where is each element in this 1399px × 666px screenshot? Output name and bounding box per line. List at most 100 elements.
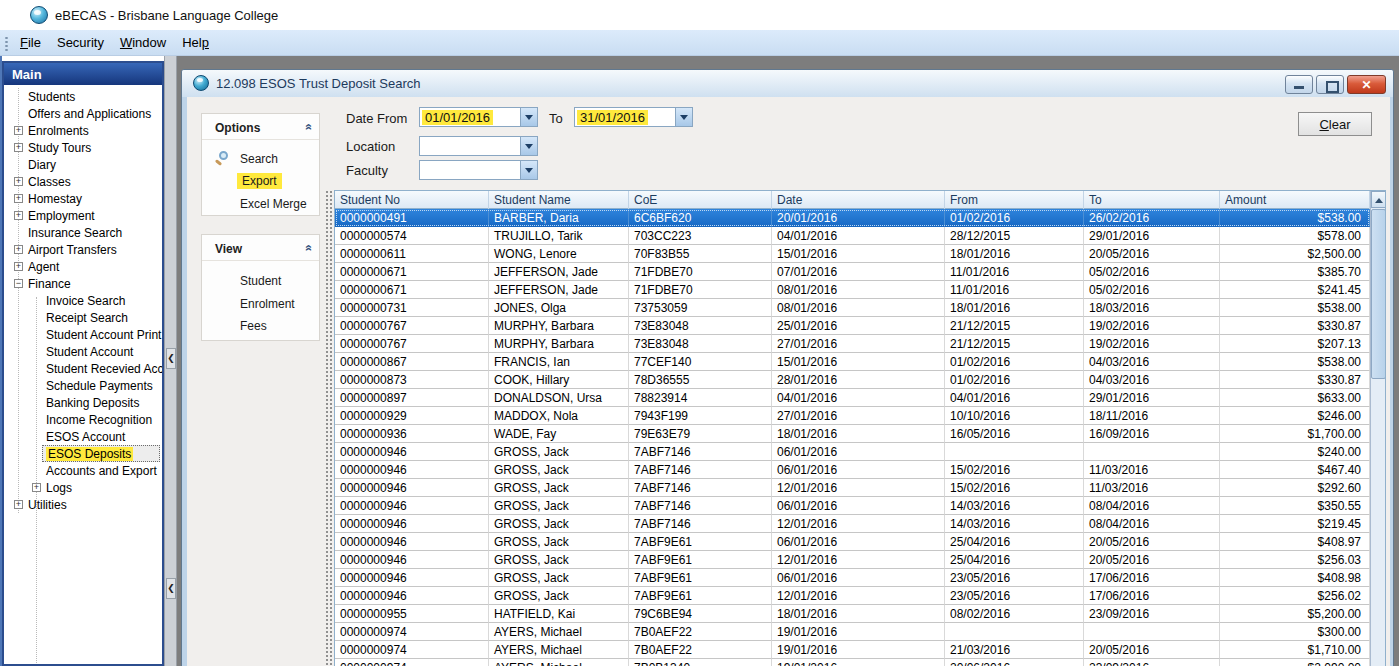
- collapse-chevron-icon[interactable]: »: [304, 245, 314, 252]
- dropdown-arrow-icon[interactable]: [675, 108, 692, 126]
- panel-item-fees[interactable]: Fees: [240, 319, 267, 333]
- sidebar-item-esos-account[interactable]: ESOS Account: [4, 428, 162, 445]
- collapse-icon[interactable]: −: [14, 279, 23, 288]
- sidebar-splitter[interactable]: ❮ ❮: [164, 56, 177, 666]
- sidebar-item-offers-and-applications[interactable]: Offers and Applications: [4, 105, 162, 122]
- sidebar-item-finance[interactable]: −Finance: [4, 275, 162, 292]
- table-row[interactable]: 0000000974AYERS, Michael7B0B134019/01/20…: [335, 659, 1370, 666]
- panel-item-student[interactable]: Student: [240, 274, 281, 288]
- column-header-from[interactable]: From: [945, 191, 1084, 209]
- expand-icon[interactable]: +: [14, 143, 23, 152]
- menu-window[interactable]: Window: [112, 30, 174, 56]
- expand-icon[interactable]: +: [14, 177, 23, 186]
- table-row[interactable]: 0000000946GROSS, Jack7ABF9E6112/01/20162…: [335, 587, 1370, 605]
- panel-item-export[interactable]: Export: [240, 174, 282, 188]
- table-row[interactable]: 0000000929MADDOX, Nola7943F19927/01/2016…: [335, 407, 1370, 425]
- expand-icon[interactable]: +: [14, 126, 23, 135]
- scrollbar-thumb[interactable]: [1371, 209, 1386, 379]
- options-panel-header[interactable]: Options »: [202, 114, 319, 140]
- sidebar-item-agent[interactable]: +Agent: [4, 258, 162, 275]
- expand-icon[interactable]: +: [14, 245, 23, 254]
- column-header-amount[interactable]: Amount: [1220, 191, 1370, 209]
- sidebar-item-enrolments[interactable]: +Enrolments: [4, 122, 162, 139]
- panel-splitter-grip[interactable]: [325, 190, 333, 666]
- table-row[interactable]: 0000000731JONES, Olga7375305908/01/20161…: [335, 299, 1370, 317]
- view-panel-header[interactable]: View »: [202, 235, 319, 261]
- sidebar-item-accounts-and-export[interactable]: Accounts and Export: [4, 462, 162, 479]
- sidebar-item-income-recognition[interactable]: Income Recognition: [4, 411, 162, 428]
- table-row[interactable]: 0000000946GROSS, Jack7ABF714606/01/2016$…: [335, 443, 1370, 461]
- menu-security[interactable]: Security: [49, 30, 112, 56]
- expand-icon[interactable]: +: [14, 211, 23, 220]
- table-row[interactable]: 0000000946GROSS, Jack7ABF9E6112/01/20162…: [335, 551, 1370, 569]
- sidebar-item-student-recevied-accou[interactable]: Student Recevied Accou: [4, 360, 162, 377]
- panel-item-excel-merge[interactable]: Excel Merge: [240, 197, 307, 211]
- close-button[interactable]: [1347, 75, 1386, 94]
- panel-item-search[interactable]: Search: [240, 152, 278, 166]
- table-row[interactable]: 0000000946GROSS, Jack7ABF9E6106/01/20162…: [335, 569, 1370, 587]
- table-row[interactable]: 0000000867FRANCIS, Ian77CEF14015/01/2016…: [335, 353, 1370, 371]
- table-row[interactable]: 0000000671JEFFERSON, Jade71FDBE7008/01/2…: [335, 281, 1370, 299]
- table-row[interactable]: 0000000671JEFFERSON, Jade71FDBE7007/01/2…: [335, 263, 1370, 281]
- table-row[interactable]: 0000000974AYERS, Michael7B0AEF2219/01/20…: [335, 641, 1370, 659]
- sidebar-item-employment[interactable]: +Employment: [4, 207, 162, 224]
- date-to-combo[interactable]: 31/01/2016: [574, 107, 693, 127]
- table-scrollbar[interactable]: [1370, 191, 1386, 666]
- table-row[interactable]: 0000000574TRUJILLO, Tarik703CC22304/01/2…: [335, 227, 1370, 245]
- menu-help[interactable]: Help: [174, 30, 217, 56]
- table-row[interactable]: 0000000897DONALDSON, Ursa7882391404/01/2…: [335, 389, 1370, 407]
- clear-button[interactable]: Clear: [1298, 112, 1372, 136]
- table-row[interactable]: 0000000936WADE, Fay79E63E7918/01/201616/…: [335, 425, 1370, 443]
- table-row[interactable]: 0000000873COOK, Hillary78D3655528/01/201…: [335, 371, 1370, 389]
- expand-icon[interactable]: +: [14, 500, 23, 509]
- table-row[interactable]: 0000000767MURPHY, Barbara73E8304827/01/2…: [335, 335, 1370, 353]
- sidebar-item-esos-deposits[interactable]: ESOS Deposits: [4, 445, 162, 462]
- sidebar-item-insurance-search[interactable]: Insurance Search: [4, 224, 162, 241]
- table-row[interactable]: 0000000611WONG, Lenore70F83B5515/01/2016…: [335, 245, 1370, 263]
- table-row[interactable]: 0000000974AYERS, Michael7B0AEF2219/01/20…: [335, 623, 1370, 641]
- faculty-combo[interactable]: [419, 160, 538, 180]
- sidebar-item-airport-transfers[interactable]: +Airport Transfers: [4, 241, 162, 258]
- scroll-up-icon[interactable]: [1371, 191, 1386, 208]
- table-row[interactable]: 0000000946GROSS, Jack7ABF714612/01/20161…: [335, 479, 1370, 497]
- dropdown-arrow-icon[interactable]: [520, 108, 537, 126]
- splitter-collapse-icon[interactable]: ❮: [166, 578, 176, 599]
- maximize-button[interactable]: [1316, 75, 1344, 94]
- table-row[interactable]: 0000000946GROSS, Jack7ABF714612/01/20161…: [335, 515, 1370, 533]
- sidebar-item-invoice-search[interactable]: Invoice Search: [4, 292, 162, 309]
- table-row[interactable]: 0000000946GROSS, Jack7ABF714606/01/20161…: [335, 461, 1370, 479]
- sidebar-item-study-tours[interactable]: +Study Tours: [4, 139, 162, 156]
- window-titlebar[interactable]: 12.098 ESOS Trust Deposit Search: [182, 70, 1393, 97]
- sidebar-item-diary[interactable]: Diary: [4, 156, 162, 173]
- table-row[interactable]: 0000000946GROSS, Jack7ABF714606/01/20161…: [335, 497, 1370, 515]
- dropdown-arrow-icon[interactable]: [520, 137, 537, 155]
- sidebar-item-homestay[interactable]: +Homestay: [4, 190, 162, 207]
- expand-icon[interactable]: +: [32, 483, 41, 492]
- table-row[interactable]: 0000000767MURPHY, Barbara73E8304825/01/2…: [335, 317, 1370, 335]
- column-header-coe[interactable]: CoE: [629, 191, 772, 209]
- sidebar-item-logs[interactable]: +Logs: [4, 479, 162, 496]
- sidebar-item-utilities[interactable]: +Utilities: [4, 496, 162, 513]
- column-header-date[interactable]: Date: [772, 191, 945, 209]
- sidebar-item-receipt-search[interactable]: Receipt Search: [4, 309, 162, 326]
- column-header-student-name[interactable]: Student Name: [489, 191, 629, 209]
- sidebar-item-student-account[interactable]: Student Account: [4, 343, 162, 360]
- expand-icon[interactable]: +: [14, 262, 23, 271]
- column-header-student-no[interactable]: Student No: [335, 191, 489, 209]
- panel-item-enrolment[interactable]: Enrolment: [240, 297, 295, 311]
- dropdown-arrow-icon[interactable]: [520, 161, 537, 179]
- sidebar-item-classes[interactable]: +Classes: [4, 173, 162, 190]
- collapse-chevron-icon[interactable]: »: [304, 124, 314, 131]
- date-from-combo[interactable]: 01/01/2016: [419, 107, 538, 127]
- table-row[interactable]: 0000000955HATFIELD, Kai79C6BE9418/01/201…: [335, 605, 1370, 623]
- location-combo[interactable]: [419, 136, 538, 156]
- minimize-button[interactable]: [1285, 75, 1313, 94]
- splitter-collapse-icon[interactable]: ❮: [166, 348, 176, 369]
- expand-icon[interactable]: +: [14, 194, 23, 203]
- menu-file[interactable]: File: [12, 30, 49, 56]
- sidebar-item-student-account-print[interactable]: Student Account Print: [4, 326, 162, 343]
- sidebar-item-banking-deposits[interactable]: Banking Deposits: [4, 394, 162, 411]
- table-row[interactable]: 0000000491BARBER, Daria6C6BF62020/01/201…: [335, 209, 1370, 227]
- sidebar-item-schedule-payments[interactable]: Schedule Payments: [4, 377, 162, 394]
- sidebar-item-students[interactable]: Students: [4, 88, 162, 105]
